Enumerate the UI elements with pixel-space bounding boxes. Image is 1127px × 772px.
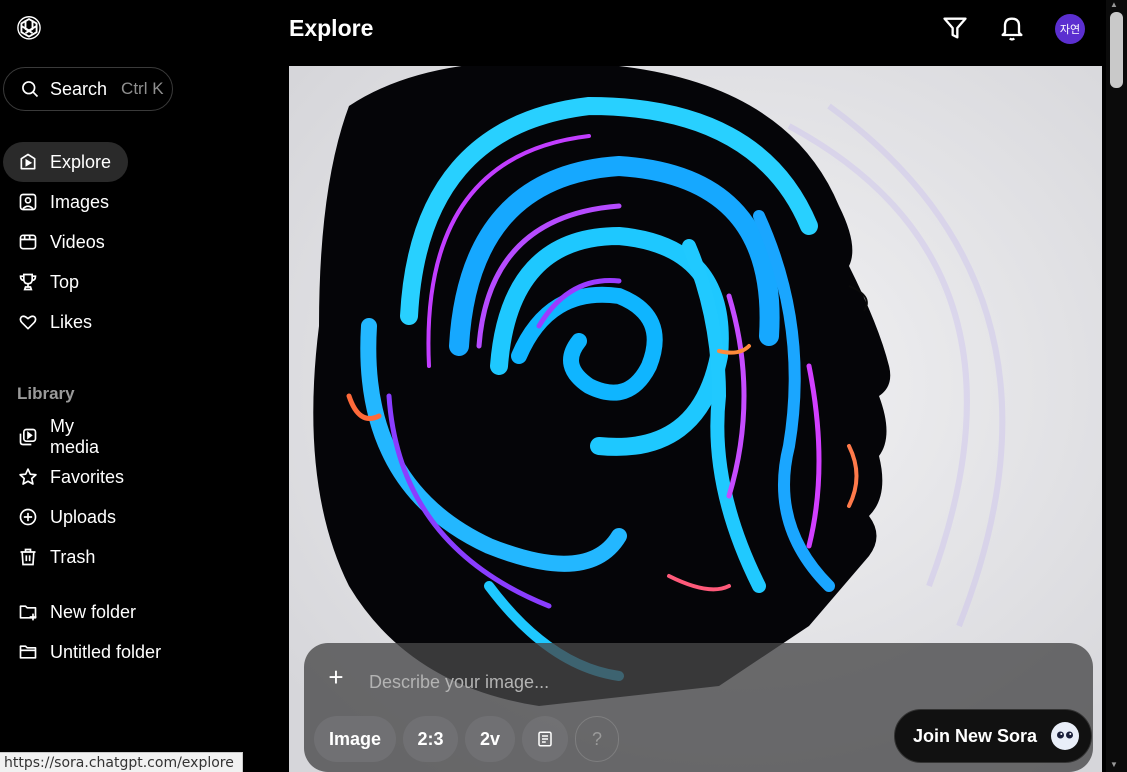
prompt-input[interactable] — [369, 669, 769, 695]
sidebar-item-favorites[interactable]: Favorites — [3, 457, 128, 497]
sidebar-item-label: Images — [50, 191, 110, 212]
trophy-icon — [19, 273, 37, 291]
preset-button[interactable] — [522, 716, 568, 762]
sidebar: Search Ctrl K Explore Images Videos Top … — [0, 0, 289, 772]
media-icon — [19, 428, 37, 446]
preset-icon — [538, 731, 552, 747]
star-icon — [19, 468, 37, 485]
chip-label: Image — [328, 728, 382, 749]
video-icon — [19, 234, 37, 250]
scroll-down-icon[interactable]: ▼ — [1110, 760, 1118, 769]
sidebar-item-label: Untitled folder — [50, 641, 162, 662]
plus-icon[interactable]: + — [324, 664, 348, 690]
status-url: https://sora.chatgpt.com/explore — [0, 752, 243, 772]
trash-icon — [20, 548, 36, 566]
sidebar-item-likes[interactable]: Likes — [3, 302, 128, 342]
filter-icon[interactable] — [941, 14, 969, 42]
ghost-icon — [1051, 722, 1079, 750]
scrollbar-track[interactable] — [1106, 0, 1127, 772]
search-button[interactable]: Search Ctrl K — [3, 67, 173, 111]
sidebar-item-trash[interactable]: Trash — [3, 537, 128, 577]
avatar[interactable]: 자연 — [1055, 14, 1085, 44]
sidebar-item-label: Likes — [50, 311, 93, 332]
sidebar-item-label: New folder — [50, 601, 137, 622]
scrollbar-thumb[interactable] — [1110, 12, 1123, 88]
heart-icon — [19, 315, 37, 330]
sidebar-item-label: My media — [50, 416, 100, 457]
join-new-sora-button[interactable]: Join New Sora — [894, 709, 1092, 763]
prompt-composer: + Image 2:3 2v ? Join New Sora — [304, 643, 1093, 772]
join-label: Join New Sora — [913, 725, 1038, 746]
sidebar-item-uploads[interactable]: Uploads — [3, 497, 128, 537]
sidebar-item-label: Explore — [50, 151, 112, 172]
help-button[interactable]: ? — [575, 716, 619, 762]
sidebar-item-label: Uploads — [50, 506, 117, 527]
sidebar-item-untitled-folder[interactable]: Untitled folder — [3, 632, 203, 672]
sidebar-item-new-folder[interactable]: New folder — [3, 592, 203, 632]
chip-label: ? — [591, 728, 602, 749]
upload-icon — [19, 508, 37, 526]
sidebar-item-label: Trash — [50, 546, 96, 567]
search-label: Search — [50, 78, 108, 99]
chip-label: 2:3 — [417, 728, 444, 749]
chip-label: 2v — [479, 728, 501, 749]
bell-icon[interactable] — [998, 14, 1026, 42]
sidebar-item-top[interactable]: Top — [3, 262, 128, 302]
library-heading: Library — [17, 384, 75, 403]
page-title: Explore — [289, 15, 374, 41]
scroll-up-icon[interactable]: ▲ — [1110, 0, 1118, 9]
aspect-ratio-button[interactable]: 2:3 — [403, 716, 458, 762]
sidebar-item-images[interactable]: Images — [3, 182, 128, 222]
folder-icon — [19, 645, 37, 659]
sidebar-item-videos[interactable]: Videos — [3, 222, 128, 262]
explore-icon — [20, 153, 36, 170]
search-shortcut: Ctrl K — [121, 79, 164, 98]
sidebar-item-label: Top — [50, 271, 80, 292]
variations-button[interactable]: 2v — [465, 716, 515, 762]
sidebar-item-label: Videos — [50, 231, 105, 252]
sidebar-item-explore[interactable]: Explore — [3, 142, 128, 182]
sidebar-item-my-media[interactable]: My media — [3, 416, 128, 457]
folder-plus-icon — [19, 605, 37, 621]
sidebar-item-label: Favorites — [50, 466, 125, 487]
image-mode-button[interactable]: Image — [314, 716, 396, 762]
openai-logo-icon[interactable] — [15, 15, 43, 43]
search-icon — [22, 81, 39, 98]
image-icon — [19, 193, 37, 211]
